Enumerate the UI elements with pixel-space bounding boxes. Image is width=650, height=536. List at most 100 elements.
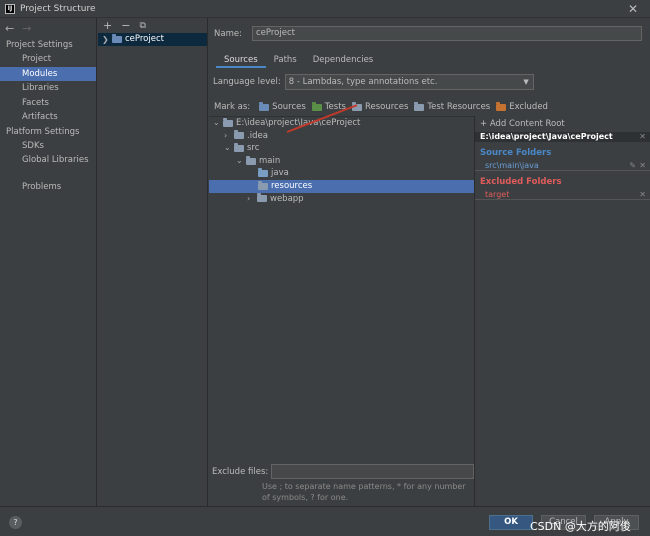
test-resources-folder-icon [414, 101, 425, 111]
folder-icon [223, 117, 233, 127]
folder-icon [246, 155, 256, 165]
tree-row-webapp[interactable]: › webapp [209, 193, 474, 206]
forward-arrow-icon[interactable]: → [22, 22, 31, 35]
nav-item-libraries[interactable]: Libraries [0, 81, 96, 96]
module-label: ceProject [125, 34, 164, 44]
remove-root-icon[interactable]: ✕ [639, 132, 646, 142]
nav-item-modules[interactable]: Modules [0, 66, 96, 81]
folder-icon [258, 180, 268, 190]
chevron-right-icon[interactable]: ❯ [102, 33, 112, 46]
tests-folder-icon [311, 101, 322, 111]
nav-item-facets[interactable]: Facets [0, 96, 96, 111]
folder-tree: ⌄ E:\idea\project\Java\ceProject › .idea… [209, 116, 474, 461]
tab-dependencies[interactable]: Dependencies [305, 52, 382, 68]
tree-label: .idea [247, 130, 268, 141]
excluded-folder-icon [496, 101, 507, 111]
tree-label: java [271, 168, 289, 179]
mark-sources-button[interactable]: Sources [259, 101, 306, 112]
source-folder-label: src\main\java [485, 161, 539, 170]
title-bar: IJ Project Structure ✕ [0, 0, 650, 18]
pencil-icon[interactable]: ✎ [629, 160, 636, 171]
nav-section-platform-settings: Platform Settings [6, 126, 80, 137]
source-folder-icon [258, 168, 268, 178]
mark-as-label: Mark as: [214, 102, 251, 112]
exclude-files-label: Exclude files: [212, 466, 269, 477]
add-content-root-button[interactable]: + Add Content Root [475, 116, 650, 132]
content-roots-panel: + Add Content Root E:\idea\project\Java\… [474, 116, 650, 506]
watermark: CSDN @大方的阿俊 [530, 520, 631, 533]
tree-label: resources [271, 180, 313, 191]
module-toolbar: + − ⧉ [98, 18, 207, 33]
module-item-ceproject[interactable]: ❯ ceProject [98, 33, 207, 46]
mark-resources-button[interactable]: Resources [351, 101, 409, 112]
help-icon[interactable]: ? [9, 516, 22, 529]
nav-item-global-libraries[interactable]: Global Libraries [0, 153, 96, 168]
mark-sources-label: Sources [272, 102, 306, 112]
mark-as-row: Mark as: Sources Tests Resources Test Re… [214, 101, 554, 112]
bottom-bar: ? OK Cancel Apply CSDN @大方的阿俊 [0, 506, 650, 536]
close-icon[interactable]: ✕ [628, 2, 638, 16]
nav-section-project-settings: Project Settings [6, 40, 73, 50]
module-detail-panel: Name: ceProject Sources Paths Dependenci… [209, 18, 650, 506]
chevron-down-icon[interactable]: ⌄ [224, 142, 234, 155]
name-label: Name: [214, 28, 242, 39]
name-row: Name: ceProject [214, 26, 642, 41]
mark-excluded-button[interactable]: Excluded [496, 101, 548, 112]
exclude-hint: Use ; to separate name patterns, * for a… [262, 482, 466, 502]
add-icon[interactable]: + [103, 19, 112, 32]
exclude-files-input[interactable] [271, 464, 475, 479]
mark-excluded-label: Excluded [509, 102, 548, 112]
window-title: Project Structure [20, 3, 96, 14]
excluded-folders-title: Excluded Folders [480, 177, 562, 187]
mark-test-resources-button[interactable]: Test Resources [414, 101, 491, 112]
content-root-path: E:\idea\project\Java\ceProject ✕ [475, 132, 650, 142]
tree-row-resources[interactable]: resources [209, 179, 474, 193]
remove-source-icon[interactable]: ✕ [639, 160, 646, 171]
ok-button[interactable]: OK [489, 515, 533, 530]
folder-icon [257, 193, 267, 203]
name-input[interactable]: ceProject [252, 26, 642, 41]
language-level-row: Language level: 8 - Lambdas, type annota… [213, 74, 534, 90]
folder-icon [234, 130, 244, 140]
folder-icon [234, 142, 244, 152]
tree-label: src [247, 143, 260, 154]
mark-resources-label: Resources [364, 102, 409, 112]
content-root-path-label: E:\idea\project\Java\ceProject [480, 132, 613, 141]
nav-item-project[interactable]: Project [0, 52, 96, 67]
remove-excluded-icon[interactable]: ✕ [639, 189, 646, 200]
mark-test-resources-label: Test Resources [427, 102, 491, 112]
tree-row-src[interactable]: ⌄ src [209, 142, 474, 155]
tree-row-idea[interactable]: › .idea [209, 130, 474, 143]
source-folders-title: Source Folders [480, 148, 552, 158]
nav-item-sdks[interactable]: SDKs [0, 139, 96, 154]
chevron-down-icon[interactable]: ⌄ [213, 117, 223, 130]
language-level-select[interactable]: 8 - Lambdas, type annotations etc. ▼ [284, 74, 534, 90]
tree-row-main[interactable]: ⌄ main [209, 155, 474, 168]
chevron-right-icon[interactable]: › [247, 193, 257, 206]
source-folder-item: src\main\java ✎ ✕ [475, 160, 650, 171]
exclude-files-row: Exclude files: [212, 464, 475, 479]
tree-row-root[interactable]: ⌄ E:\idea\project\Java\ceProject [209, 117, 474, 130]
language-level-label: Language level: [213, 77, 281, 87]
chevron-down-icon[interactable]: ⌄ [236, 155, 246, 168]
nav-arrows: ← → [0, 18, 96, 38]
left-nav: ← → Project Settings Project Modules Lib… [0, 18, 97, 506]
language-level-value: 8 - Lambdas, type annotations etc. [288, 77, 438, 87]
remove-icon[interactable]: − [121, 19, 130, 32]
sources-folder-icon [259, 101, 270, 111]
tab-bar: Sources Paths Dependencies [216, 52, 381, 68]
tree-label: main [259, 155, 281, 166]
module-folder-icon [112, 34, 122, 43]
nav-item-problems[interactable]: Problems [0, 180, 96, 195]
intellij-icon: IJ [5, 3, 15, 14]
back-arrow-icon[interactable]: ← [5, 22, 14, 35]
tab-paths[interactable]: Paths [266, 52, 305, 68]
tree-row-java[interactable]: java [209, 167, 474, 180]
module-list-panel: + − ⧉ ❯ ceProject [98, 18, 208, 506]
chevron-right-icon[interactable]: › [224, 130, 234, 143]
tab-sources[interactable]: Sources [216, 52, 266, 68]
copy-icon[interactable]: ⧉ [139, 21, 145, 31]
nav-item-artifacts[interactable]: Artifacts [0, 110, 96, 125]
excluded-folder-item: target ✕ [475, 189, 650, 200]
excluded-folder-label: target [485, 190, 510, 199]
